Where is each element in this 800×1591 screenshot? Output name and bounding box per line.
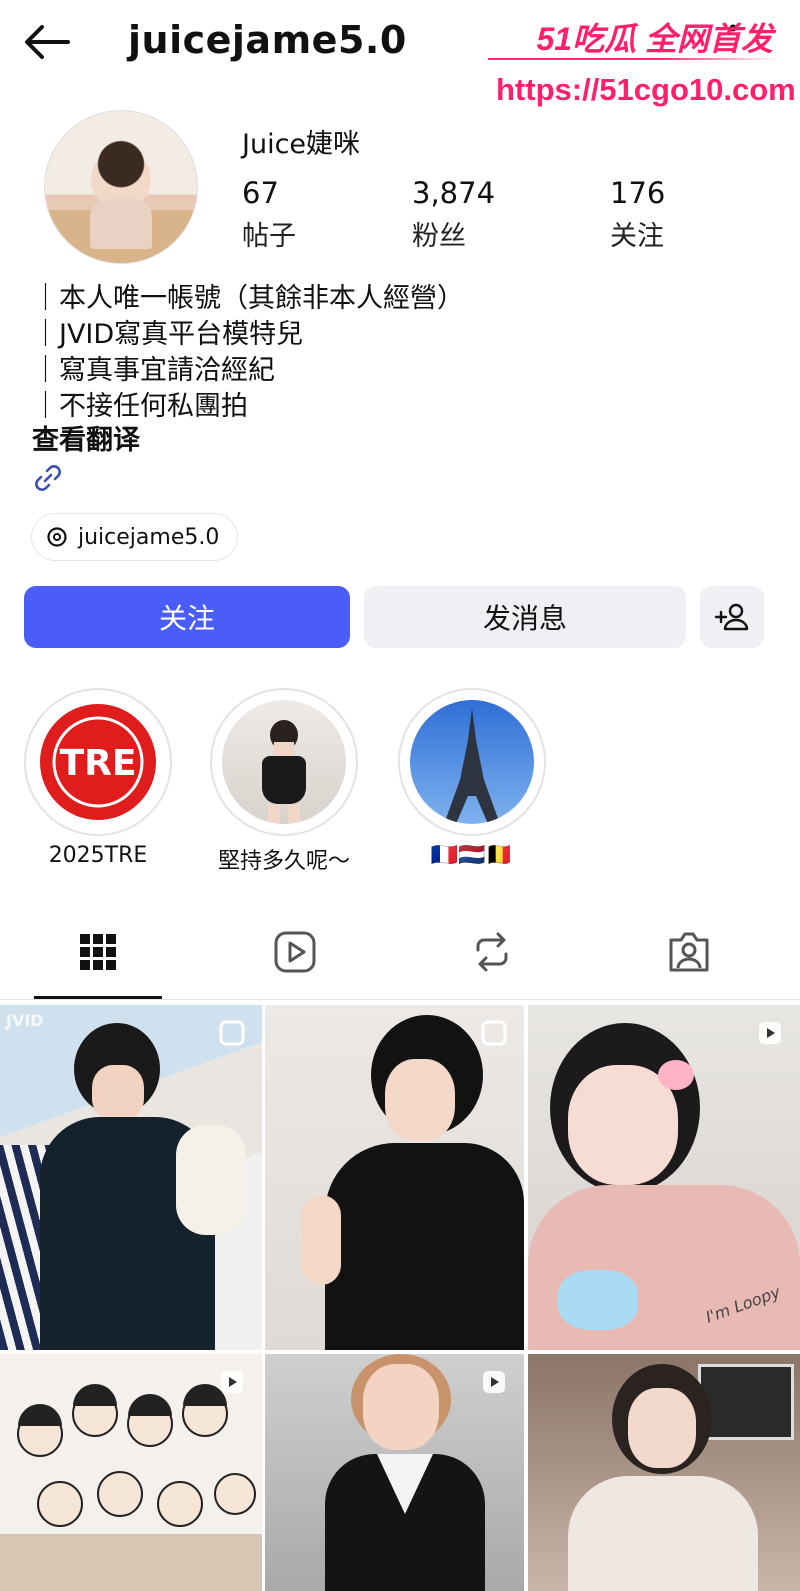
bio-line: ｜本人唯一帳號（其餘非本人經營） — [32, 283, 464, 314]
tagged-tab-icon[interactable] — [665, 928, 713, 976]
carousel-icon — [219, 1020, 245, 1046]
tab-divider — [0, 999, 800, 1000]
avatar-figure-shape — [90, 199, 152, 249]
post-thumbnail[interactable] — [528, 1354, 800, 1591]
highlight-label: 🇫🇷🇳🇱🇧🇪 — [430, 843, 514, 868]
followers-count[interactable]: 3,874 — [412, 176, 495, 210]
highlight-travel[interactable] — [398, 688, 546, 836]
see-translation-link[interactable]: 查看翻译 — [32, 418, 140, 457]
highlight-cover — [222, 700, 346, 824]
highlight-cover — [410, 700, 534, 824]
watermark-url: https://51cgo10.com — [496, 72, 796, 107]
posts-count[interactable]: 67 — [242, 176, 279, 210]
highlight-persist[interactable] — [210, 688, 358, 836]
eiffel-tower-image — [444, 708, 500, 824]
reel-icon — [483, 1371, 505, 1393]
posts-grid-tab-icon[interactable] — [74, 928, 122, 976]
watermark-line1: 51吃瓜 全网首发 — [536, 21, 774, 57]
post-thumbnail[interactable]: I'm Loopy — [528, 1005, 800, 1350]
highlight-cover: TRE — [36, 700, 160, 824]
threads-icon — [47, 527, 67, 547]
post-thumbnail[interactable] — [265, 1005, 524, 1350]
tre-logo: TRE — [40, 704, 156, 820]
bio-line: ｜寫真事宜請洽經紀 — [32, 355, 275, 386]
profile-username-title: juicejame5.0 — [128, 18, 407, 62]
following-label[interactable]: 关注 — [610, 214, 664, 253]
message-button[interactable]: 发消息 — [364, 586, 686, 648]
add-user-icon — [714, 603, 749, 631]
post-thumbnail[interactable]: JVID — [0, 1005, 262, 1350]
followers-label[interactable]: 粉丝 — [412, 214, 466, 253]
profile-avatar[interactable] — [44, 110, 198, 264]
reposts-tab-icon[interactable] — [468, 928, 516, 976]
reels-tab-icon[interactable] — [271, 928, 319, 976]
watermark-divider — [488, 58, 778, 60]
posts-label[interactable]: 帖子 — [242, 214, 296, 253]
bio-line: ｜JVID寫真平台模特兒 — [32, 319, 304, 350]
highlight-label: 2025TRE — [48, 843, 148, 868]
carousel-icon — [481, 1020, 507, 1046]
follow-button[interactable]: 关注 — [24, 586, 350, 648]
following-count[interactable]: 176 — [610, 176, 665, 210]
threads-profile-chip[interactable]: juicejame5.0 — [32, 514, 238, 560]
highlight-label: 堅持多久呢～ — [217, 849, 350, 874]
reel-icon — [221, 1371, 243, 1393]
svg-text:TRE: TRE — [60, 743, 137, 784]
post-thumbnail[interactable] — [0, 1354, 262, 1591]
jvid-tag: JVID — [6, 1011, 44, 1030]
post-thumbnail[interactable] — [265, 1354, 524, 1591]
threads-handle: juicejame5.0 — [78, 524, 220, 550]
display-name: Juice婕咪 — [242, 129, 361, 160]
highlight-2025tre[interactable]: TRE — [24, 688, 172, 836]
link-icon[interactable] — [32, 462, 64, 494]
back-arrow-icon[interactable] — [22, 22, 72, 62]
watermark: 51吃瓜 全网首发 https://51cgo10.com — [488, 10, 796, 120]
suggested-users-button[interactable] — [700, 586, 764, 648]
reel-icon — [759, 1022, 781, 1044]
